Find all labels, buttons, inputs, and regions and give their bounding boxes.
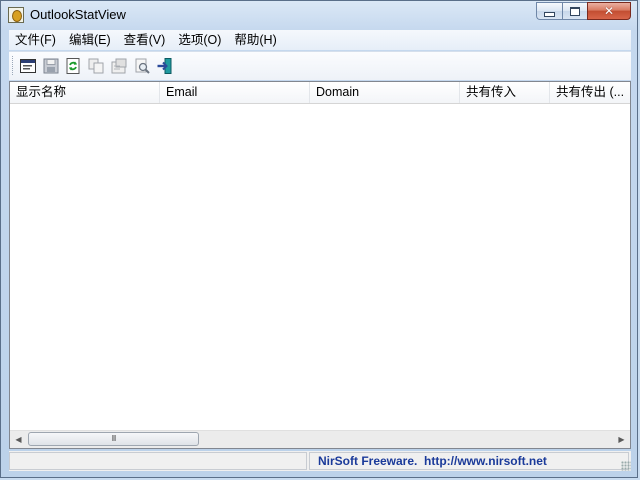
copy-button[interactable]: [87, 57, 105, 75]
stats-list-view[interactable]: 显示名称 Email Domain 共有传入 共有传出 (... ◀ III ▶: [9, 81, 631, 449]
minimize-button[interactable]: [536, 2, 562, 20]
column-header-email[interactable]: Email: [160, 82, 310, 103]
exit-icon: [157, 58, 172, 74]
save-icon: [43, 58, 59, 74]
menu-bar: 文件(F) 编辑(E) 查看(V) 选项(O) 帮助(H): [9, 30, 631, 50]
maximize-icon: [570, 6, 580, 16]
copy-icon: [88, 58, 104, 74]
menu-options[interactable]: 选项(O): [172, 30, 227, 50]
toolbar-grip[interactable]: [12, 56, 15, 75]
properties-icon: [111, 58, 127, 74]
toolbar: [9, 51, 631, 80]
menu-file[interactable]: 文件(F): [9, 30, 62, 50]
refresh-button[interactable]: [64, 57, 82, 75]
nirsoft-link[interactable]: NirSoft Freeware. http://www.nirsoft.net: [309, 452, 629, 470]
title-bar[interactable]: OutlookStatView ✕: [1, 1, 637, 29]
exit-button[interactable]: [156, 57, 174, 75]
properties-button[interactable]: [110, 57, 128, 75]
column-header-total-incoming[interactable]: 共有传入: [460, 82, 550, 103]
column-header-domain[interactable]: Domain: [310, 82, 460, 103]
list-header: 显示名称 Email Domain 共有传入 共有传出 (...: [10, 82, 630, 104]
status-pane-left: [9, 452, 307, 470]
refresh-icon: [66, 58, 80, 74]
find-icon: [135, 58, 150, 74]
scroll-right-arrow-icon[interactable]: ▶: [613, 431, 630, 448]
app-icon[interactable]: [8, 7, 24, 23]
save-button[interactable]: [42, 57, 60, 75]
html-report-button[interactable]: [19, 57, 37, 75]
minimize-icon: [544, 11, 555, 17]
maximize-button[interactable]: [562, 2, 587, 20]
window-title: OutlookStatView: [30, 7, 126, 22]
menu-edit[interactable]: 编辑(E): [63, 30, 117, 50]
find-button[interactable]: [133, 57, 151, 75]
status-bar: NirSoft Freeware. http://www.nirsoft.net: [9, 451, 631, 471]
resize-grip-icon[interactable]: [621, 461, 631, 471]
horizontal-scrollbar[interactable]: ◀ III ▶: [10, 430, 630, 448]
column-header-display-name[interactable]: 显示名称: [10, 82, 160, 103]
window-controls: ✕: [536, 2, 631, 21]
scroll-left-arrow-icon[interactable]: ◀: [10, 431, 27, 448]
menu-view[interactable]: 查看(V): [118, 30, 172, 50]
close-icon: ✕: [603, 4, 615, 18]
menu-help[interactable]: 帮助(H): [228, 30, 282, 50]
column-header-total-outgoing[interactable]: 共有传出 (...: [550, 82, 630, 103]
app-window: OutlookStatView ✕ 文件(F) 编辑(E) 查看(V) 选项(O…: [0, 0, 638, 478]
html-report-icon: [20, 59, 36, 73]
scrollbar-thumb[interactable]: III: [28, 432, 199, 446]
close-button[interactable]: ✕: [587, 2, 631, 20]
